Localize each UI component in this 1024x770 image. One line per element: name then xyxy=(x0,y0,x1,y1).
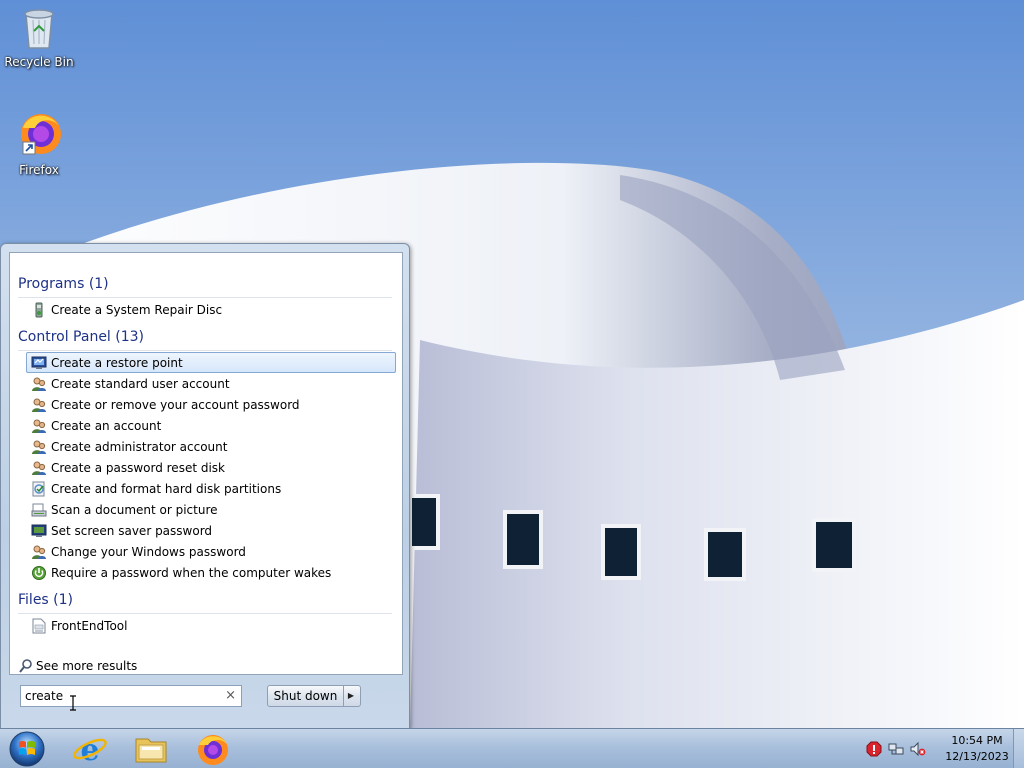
taskbar-windows-explorer[interactable] xyxy=(125,731,177,767)
notification-area: 10:54 PM 12/13/2023 xyxy=(854,729,1024,769)
search-input[interactable] xyxy=(25,687,215,705)
display-icon xyxy=(31,524,47,537)
result-item-label: Create an account xyxy=(51,419,162,433)
result-item-create-format-partitions[interactable]: Create and format hard disk partitions xyxy=(26,478,396,499)
desktop-icon-firefox[interactable]: Firefox xyxy=(1,110,77,177)
result-item-create-or-remove-password[interactable]: Create or remove your account password xyxy=(26,394,396,415)
divider xyxy=(18,350,392,351)
search-results-pane: Programs (1) Create a System Repair Disc… xyxy=(9,252,403,675)
recycle-bin-icon xyxy=(24,9,54,49)
result-item-label: Change your Windows password xyxy=(51,545,246,559)
result-item-scan-document[interactable]: Scan a document or picture xyxy=(26,499,396,520)
result-item-label: Create and format hard disk partitions xyxy=(51,482,282,496)
admin-tools-icon xyxy=(32,481,45,497)
text-cursor-icon xyxy=(70,695,76,711)
repair-disc-icon xyxy=(35,302,43,318)
result-item-create-restore-point[interactable]: Create a restore point xyxy=(26,352,396,373)
group-heading-programs[interactable]: Programs (1) xyxy=(18,273,392,298)
group-heading-files[interactable]: Files (1) xyxy=(18,589,392,614)
result-item-label: Create or remove your account password xyxy=(51,398,300,412)
result-item-system-repair-disc[interactable]: Create a System Repair Disc xyxy=(26,299,396,320)
result-item-change-windows-password[interactable]: Change your Windows password xyxy=(26,541,396,562)
clear-search-icon[interactable]: × xyxy=(225,688,236,704)
result-item-label: Create a password reset disk xyxy=(51,461,225,475)
show-desktop-button[interactable] xyxy=(1013,729,1024,768)
shutdown-control: Shut down ▶ xyxy=(267,685,361,707)
result-item-create-standard-user-account[interactable]: Create standard user account xyxy=(26,373,396,394)
result-item-label: FrontEndTool xyxy=(51,619,128,633)
user-accounts-icon xyxy=(32,545,46,559)
result-item-require-password-on-wake[interactable]: Require a password when the computer wak… xyxy=(26,562,396,583)
result-item-screen-saver-password[interactable]: Set screen saver password xyxy=(26,520,396,541)
user-accounts-icon xyxy=(32,461,46,475)
divider xyxy=(18,613,392,614)
result-item-frontendtool[interactable]: FrontEndTool xyxy=(26,615,396,636)
group-heading-label: Control Panel (13) xyxy=(18,329,151,345)
taskbar-firefox[interactable] xyxy=(187,731,239,767)
start-menu: Programs (1) Create a System Repair Disc… xyxy=(0,243,410,729)
action-center-alert-icon[interactable] xyxy=(866,741,882,757)
internet-explorer-icon: e xyxy=(73,733,107,768)
scanner-icon xyxy=(31,503,47,517)
result-item-create-administrator-account[interactable]: Create administrator account xyxy=(26,436,396,457)
desktop-icon-label: Recycle Bin xyxy=(4,55,74,69)
result-item-label: Require a password when the computer wak… xyxy=(51,566,332,580)
result-item-label: Create a System Repair Disc xyxy=(51,303,223,317)
clock-time: 10:54 PM xyxy=(951,734,1003,747)
user-accounts-icon xyxy=(32,440,46,454)
power-options-icon xyxy=(32,566,46,580)
desktop-icon-label: Firefox xyxy=(19,163,59,177)
volume-muted-icon[interactable] xyxy=(910,741,926,757)
file-icon xyxy=(32,618,46,634)
start-search-box[interactable]: × xyxy=(20,685,242,707)
clock[interactable]: 10:54 PM 12/13/2023 xyxy=(944,733,1010,765)
network-icon[interactable] xyxy=(888,741,904,757)
firefox-icon xyxy=(21,114,61,155)
firefox-icon xyxy=(198,735,228,765)
clock-date: 12/13/2023 xyxy=(945,750,1009,763)
search-icon xyxy=(19,659,32,673)
taskbar: e 10:54 PM 12/13/2023 xyxy=(0,728,1024,768)
group-heading-label: Files (1) xyxy=(18,592,80,608)
system-icon xyxy=(31,356,47,369)
result-item-create-password-reset-disk[interactable]: Create a password reset disk xyxy=(26,457,396,478)
svg-text:e: e xyxy=(80,733,99,767)
see-more-results-link[interactable]: See more results xyxy=(18,657,137,675)
user-accounts-icon xyxy=(32,398,46,412)
result-item-label: Create a restore point xyxy=(51,356,183,370)
user-accounts-icon xyxy=(32,377,46,391)
start-button[interactable] xyxy=(6,730,48,768)
shutdown-options-arrow-icon[interactable]: ▶ xyxy=(342,686,360,706)
folder-icon xyxy=(135,738,167,763)
see-more-label: See more results xyxy=(36,659,138,673)
result-item-label: Create standard user account xyxy=(51,377,230,391)
taskbar-internet-explorer[interactable]: e xyxy=(64,731,116,768)
shutdown-button[interactable]: Shut down xyxy=(268,686,344,706)
desktop-icon-recycle-bin[interactable]: Recycle Bin xyxy=(1,6,77,69)
divider xyxy=(18,297,392,298)
group-heading-label: Programs (1) xyxy=(18,276,115,292)
result-item-label: Set screen saver password xyxy=(51,524,213,538)
user-accounts-icon xyxy=(32,419,46,433)
result-item-label: Scan a document or picture xyxy=(51,503,218,517)
result-item-label: Create administrator account xyxy=(51,440,228,454)
group-heading-control-panel[interactable]: Control Panel (13) xyxy=(18,326,392,351)
result-item-create-an-account[interactable]: Create an account xyxy=(26,415,396,436)
